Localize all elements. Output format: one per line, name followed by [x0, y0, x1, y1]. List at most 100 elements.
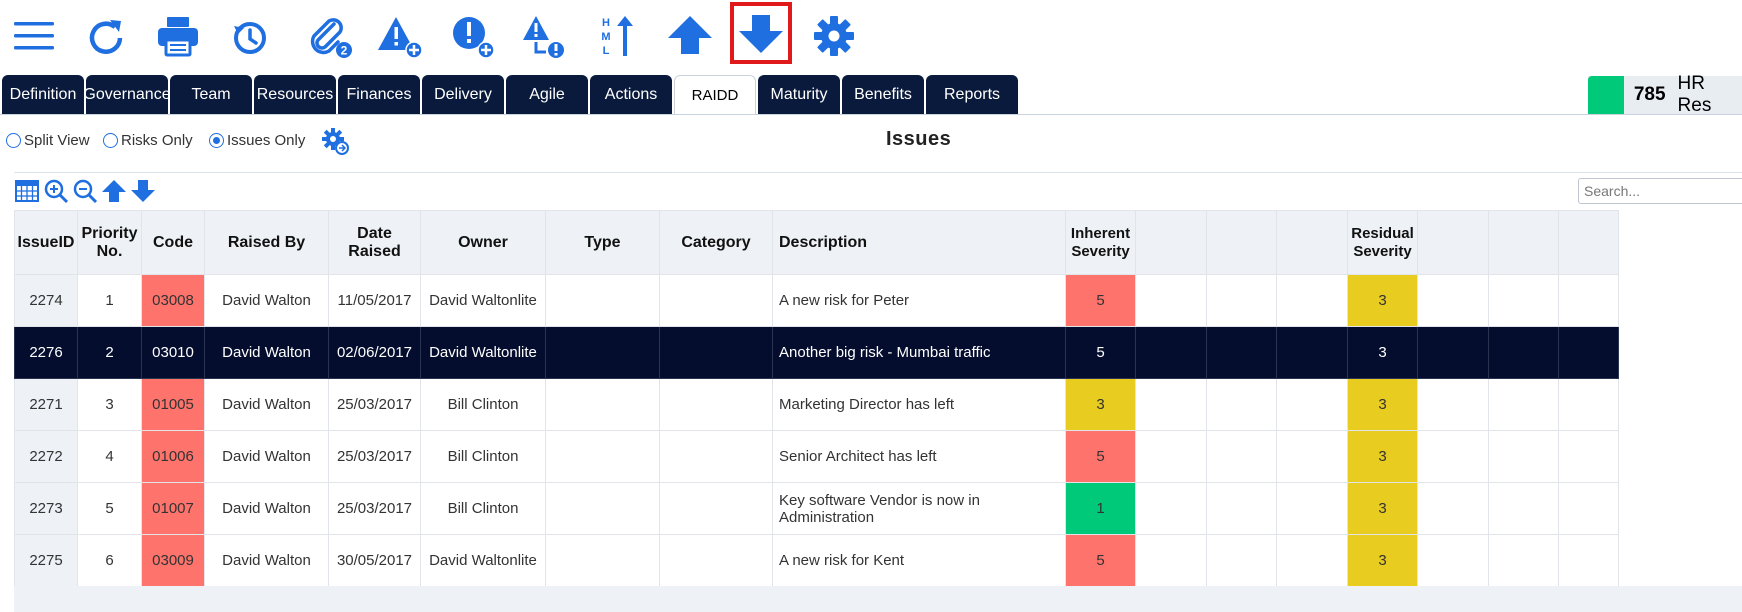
table-row[interactable]: 2273 5 01007 David Walton 25/03/2017 Bill Cli…: [14, 482, 1619, 535]
zoom-out-icon[interactable]: [72, 178, 98, 204]
cell-blank: [1276, 534, 1348, 587]
col-header-inherent-severity[interactable]: Inherent Severity: [1065, 210, 1136, 275]
cell-category: [659, 378, 773, 431]
tab-raidd[interactable]: RAIDD: [674, 75, 756, 114]
table-row[interactable]: 2271 3 01005 David Walton 25/03/2017 Bill Cli…: [14, 378, 1619, 431]
col-header-category[interactable]: Category: [659, 210, 773, 275]
cell-residual-severity: 3: [1347, 482, 1418, 535]
cell-owner: David Waltonlite: [420, 326, 546, 379]
cell-blank: [1488, 378, 1559, 431]
cell-issue-id: 2272: [14, 430, 78, 483]
cell-code: 01005: [141, 378, 205, 431]
arrow-up-icon[interactable]: [101, 178, 127, 204]
tab-governance[interactable]: Governance: [83, 75, 171, 114]
tab-delivery[interactable]: Delivery: [422, 75, 504, 114]
cell-type: [545, 430, 660, 483]
attachment-icon[interactable]: 2: [302, 10, 354, 62]
settings-icon[interactable]: [808, 10, 860, 62]
cell-owner: Bill Clinton: [420, 482, 546, 535]
tab-team[interactable]: Team: [170, 75, 252, 114]
search-input[interactable]: [1578, 178, 1742, 204]
move-up-icon[interactable]: [664, 10, 716, 62]
issues-table-body: 2274 1 03008 David Walton 11/05/2017 David Wa…: [14, 274, 1619, 587]
cell-priority: 6: [77, 534, 142, 587]
col-header-blank: [1206, 210, 1277, 275]
cell-blank: [1558, 378, 1619, 431]
issues-only-radio[interactable]: Issues Only: [209, 132, 305, 149]
refresh-icon[interactable]: [80, 10, 132, 62]
radio-dot-selected[interactable]: [209, 133, 224, 148]
move-down-icon[interactable]: [730, 2, 792, 64]
priority-sort-icon[interactable]: HML: [592, 10, 644, 62]
arrow-down-icon[interactable]: [130, 178, 156, 204]
col-header-description[interactable]: Description: [772, 210, 1066, 275]
radio-label: Risks Only: [121, 132, 193, 149]
tab-definition[interactable]: Definition: [2, 75, 84, 114]
cell-category: [659, 534, 773, 587]
svg-text:L: L: [603, 45, 610, 57]
table-row[interactable]: 2276 2 03010 David Walton 02/06/2017 David Wa…: [14, 326, 1619, 379]
view-options-bar: Split View Risks Only Issues Only: [0, 124, 1742, 160]
cell-priority: 5: [77, 482, 142, 535]
table-row[interactable]: 2272 4 01006 David Walton 25/03/2017 Bill Cli…: [14, 430, 1619, 483]
cell-issue-id: 2271: [14, 378, 78, 431]
col-header-owner[interactable]: Owner: [420, 210, 546, 275]
radio-dot[interactable]: [103, 133, 118, 148]
cell-issue-id: 2276: [14, 326, 78, 379]
cell-blank: [1276, 378, 1348, 431]
history-icon[interactable]: [224, 10, 276, 62]
col-header-priority[interactable]: Priority No.: [77, 210, 142, 275]
view-settings-icon[interactable]: [320, 126, 350, 156]
tab-agile[interactable]: Agile: [506, 75, 588, 114]
cell-type: [545, 326, 660, 379]
cell-date-raised: 25/03/2017: [328, 378, 421, 431]
cell-blank: [1488, 534, 1559, 587]
cell-blank: [1558, 482, 1619, 535]
print-icon[interactable]: [152, 10, 204, 62]
zoom-in-icon[interactable]: [43, 178, 69, 204]
cell-owner: David Waltonlite: [420, 274, 546, 327]
add-risk-icon[interactable]: [374, 10, 426, 62]
cell-blank: [1206, 378, 1277, 431]
table-row[interactable]: 2275 6 03009 David Walton 30/05/2017 David Wa…: [14, 534, 1619, 587]
tab-resources[interactable]: Resources: [254, 75, 336, 114]
cell-date-raised: 02/06/2017: [328, 326, 421, 379]
col-header-issue-id[interactable]: IssueID: [14, 210, 78, 275]
cell-blank: [1206, 430, 1277, 483]
col-header-type[interactable]: Type: [545, 210, 660, 275]
menu-icon[interactable]: [8, 10, 60, 62]
cell-blank: [1417, 534, 1489, 587]
col-header-date-raised[interactable]: Date Raised: [328, 210, 421, 275]
cell-inherent-severity: 1: [1065, 482, 1136, 535]
tab-actions[interactable]: Actions: [590, 75, 672, 114]
split-view-radio[interactable]: Split View: [6, 132, 90, 149]
cell-type: [545, 274, 660, 327]
risks-only-radio[interactable]: Risks Only: [103, 132, 193, 149]
cell-description: A new risk for Peter: [772, 274, 1066, 327]
tab-maturity[interactable]: Maturity: [758, 75, 840, 114]
tab-divider: [0, 114, 1742, 115]
add-issue-icon[interactable]: [446, 10, 498, 62]
tab-reports[interactable]: Reports: [926, 75, 1018, 114]
table-row[interactable]: 2274 1 03008 David Walton 11/05/2017 David Wa…: [14, 274, 1619, 327]
cell-blank: [1417, 430, 1489, 483]
cell-description: Marketing Director has left: [772, 378, 1066, 431]
svg-text:H: H: [602, 17, 610, 29]
cell-raised-by: David Walton: [204, 326, 329, 379]
radio-dot[interactable]: [6, 133, 21, 148]
grid-toolbar: [14, 177, 159, 205]
col-header-blank: [1417, 210, 1489, 275]
escalate-risk-icon[interactable]: [518, 10, 570, 62]
col-header-code[interactable]: Code: [141, 210, 205, 275]
calendar-grid-icon[interactable]: [14, 178, 40, 204]
cell-issue-id: 2273: [14, 482, 78, 535]
cell-raised-by: David Walton: [204, 274, 329, 327]
project-badge[interactable]: 785 HR Res: [1588, 73, 1742, 116]
cell-priority: 2: [77, 326, 142, 379]
svg-text:M: M: [601, 31, 610, 43]
col-header-raised-by[interactable]: Raised By: [204, 210, 329, 275]
tab-finances[interactable]: Finances: [338, 75, 420, 114]
col-header-residual-severity[interactable]: Residual Severity: [1347, 210, 1418, 275]
cell-type: [545, 378, 660, 431]
tab-benefits[interactable]: Benefits: [842, 75, 924, 114]
